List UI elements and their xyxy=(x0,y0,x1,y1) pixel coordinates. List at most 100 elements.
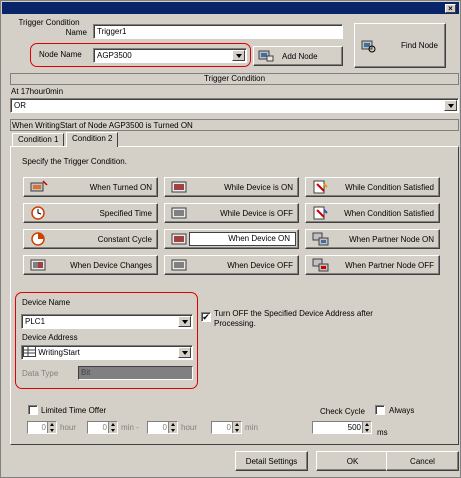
operator-value: OR xyxy=(14,101,26,110)
while-device-is-on-button[interactable]: While Device is ON xyxy=(164,177,299,197)
node-name-select[interactable]: AGP3500 xyxy=(93,48,247,63)
turned-on-icon xyxy=(30,180,48,192)
add-node-label: Add Node xyxy=(282,51,318,61)
summary-line-1: At 17hour0min xyxy=(11,87,64,96)
node-name-label: Node Name xyxy=(39,50,82,59)
tab-condition-1[interactable]: Condition 1 xyxy=(12,133,65,147)
summary-line-2: When WritingStart of Node AGP3500 is Tur… xyxy=(10,119,459,131)
from-min-spinner[interactable]: 0 xyxy=(87,421,118,434)
cancel-button[interactable]: Cancel xyxy=(386,451,459,471)
always-label: Always xyxy=(389,406,415,415)
while-device-is-off-button[interactable]: While Device is OFF xyxy=(164,203,299,223)
chevron-down-icon[interactable] xyxy=(178,347,191,358)
ms-label: ms xyxy=(377,428,388,437)
device-off-icon xyxy=(171,207,187,219)
trigger-name-label: Trigger Condition Name xyxy=(18,18,87,37)
when-turned-on-button[interactable]: When Turned ON xyxy=(23,177,158,197)
when-partner-node-on-label: When Partner Node ON xyxy=(349,234,434,244)
detail-settings-button[interactable]: Detail Settings xyxy=(235,451,308,471)
trigger-name-input[interactable]: Trigger1 xyxy=(93,24,343,39)
when-device-on-label: When Device ON xyxy=(189,232,296,246)
while-device-is-off-label: While Device is OFF xyxy=(220,208,293,218)
check-cycle-value: 500 xyxy=(347,423,361,432)
device-address-input[interactable]: WritingStart xyxy=(21,345,193,360)
to-hour-value: 0 xyxy=(162,423,167,432)
data-type-field: Bit xyxy=(78,366,193,380)
always-checkbox[interactable] xyxy=(375,405,385,415)
device-name-value: PLC1 xyxy=(25,317,46,326)
node-name-value: AGP3500 xyxy=(97,51,132,60)
spin-arrows-icon[interactable] xyxy=(47,422,56,433)
title-bar: × xyxy=(2,2,459,14)
spin-arrows-icon[interactable] xyxy=(108,422,117,433)
limited-time-label: Limited Time Offer xyxy=(41,406,107,415)
spin-arrows-icon[interactable] xyxy=(232,422,241,433)
specify-text: Specify the Trigger Condition. xyxy=(22,157,127,166)
operator-select[interactable]: OR xyxy=(10,98,459,113)
when-device-off-button[interactable]: When Device OFF xyxy=(164,255,299,275)
device-name-label: Device Name xyxy=(22,298,71,307)
while-condition-satisfied-button[interactable]: While Condition Satisfied xyxy=(305,177,440,197)
ok-button[interactable]: OK xyxy=(316,451,389,471)
dialog-window: × Trigger Condition Name Trigger1 Node N… xyxy=(0,0,461,478)
chevron-down-icon[interactable] xyxy=(178,316,191,327)
when-condition-satisfied-button[interactable]: When Condition Satisfied xyxy=(305,203,440,223)
from-min-value: 0 xyxy=(102,423,107,432)
chevron-down-icon[interactable] xyxy=(444,100,457,111)
specified-time-button[interactable]: Specified Time xyxy=(23,203,158,223)
check-cycle-spinner[interactable]: 500 xyxy=(312,421,372,434)
when-device-changes-label: When Device Changes xyxy=(70,260,152,270)
device-address-value: WritingStart xyxy=(38,348,80,357)
when-condition-satisfied-label: When Condition Satisfied xyxy=(344,208,434,218)
chevron-down-icon[interactable] xyxy=(232,50,245,61)
constant-cycle-label: Constant Cycle xyxy=(97,234,152,244)
min-dash-label: min - xyxy=(121,423,139,432)
device-off-icon xyxy=(171,259,187,271)
when-partner-node-on-button[interactable]: When Partner Node ON xyxy=(305,229,440,249)
while-condition-satisfied-label: While Condition Satisfied xyxy=(345,182,434,192)
to-hour-spinner[interactable]: 0 xyxy=(147,421,178,434)
address-icon xyxy=(23,346,36,358)
when-partner-node-off-label: When Partner Node OFF xyxy=(345,260,434,270)
specified-time-label: Specified Time xyxy=(99,208,152,218)
tab-condition-2[interactable]: Condition 2 xyxy=(66,132,119,147)
device-name-select[interactable]: PLC1 xyxy=(21,314,193,329)
constant-cycle-button[interactable]: Constant Cycle xyxy=(23,229,158,249)
device-address-label: Device Address xyxy=(22,333,78,342)
find-node-label: Find Node xyxy=(401,41,438,50)
add-node-icon xyxy=(258,50,274,62)
min-label: min xyxy=(245,423,258,432)
turn-off-label: Turn OFF the Specified Device Address af… xyxy=(214,309,373,328)
add-node-button[interactable]: Add Node xyxy=(253,46,343,66)
spin-arrows-icon[interactable] xyxy=(168,422,177,433)
when-device-changes-button[interactable]: When Device Changes xyxy=(23,255,158,275)
when-partner-node-off-button[interactable]: When Partner Node OFF xyxy=(305,255,440,275)
hour-label: hour xyxy=(60,423,77,432)
device-on-icon xyxy=(171,233,187,245)
check-cycle-label: Check Cycle xyxy=(320,407,365,416)
find-node-button[interactable]: Find Node xyxy=(354,23,446,68)
condition-satisfied-icon xyxy=(313,206,328,220)
device-on-icon xyxy=(171,181,187,193)
clock-icon xyxy=(31,206,45,220)
hour-label: hour xyxy=(181,423,198,432)
device-changes-icon xyxy=(30,259,46,271)
close-button[interactable]: × xyxy=(445,4,456,13)
to-min-spinner[interactable]: 0 xyxy=(211,421,242,434)
while-device-is-on-label: While Device is ON xyxy=(224,182,293,192)
cycle-icon xyxy=(31,232,45,246)
turn-off-checkbox[interactable]: ✔ xyxy=(201,312,211,322)
when-device-off-label: When Device OFF xyxy=(227,260,293,270)
to-min-value: 0 xyxy=(226,423,231,432)
when-turned-on-label: When Turned ON xyxy=(89,182,152,192)
from-hour-spinner[interactable]: 0 xyxy=(27,421,57,434)
data-type-label: Data Type xyxy=(22,369,59,378)
when-device-on-button[interactable]: When Device ON xyxy=(164,229,299,249)
find-node-icon xyxy=(361,40,376,52)
partner-node-icon xyxy=(312,232,329,246)
condition-satisfied-icon xyxy=(313,180,328,194)
partner-node-icon xyxy=(312,258,329,272)
trigger-condition-header: Trigger Condition xyxy=(10,73,459,85)
spin-arrows-icon[interactable] xyxy=(362,422,371,433)
limited-time-checkbox[interactable] xyxy=(28,405,38,415)
